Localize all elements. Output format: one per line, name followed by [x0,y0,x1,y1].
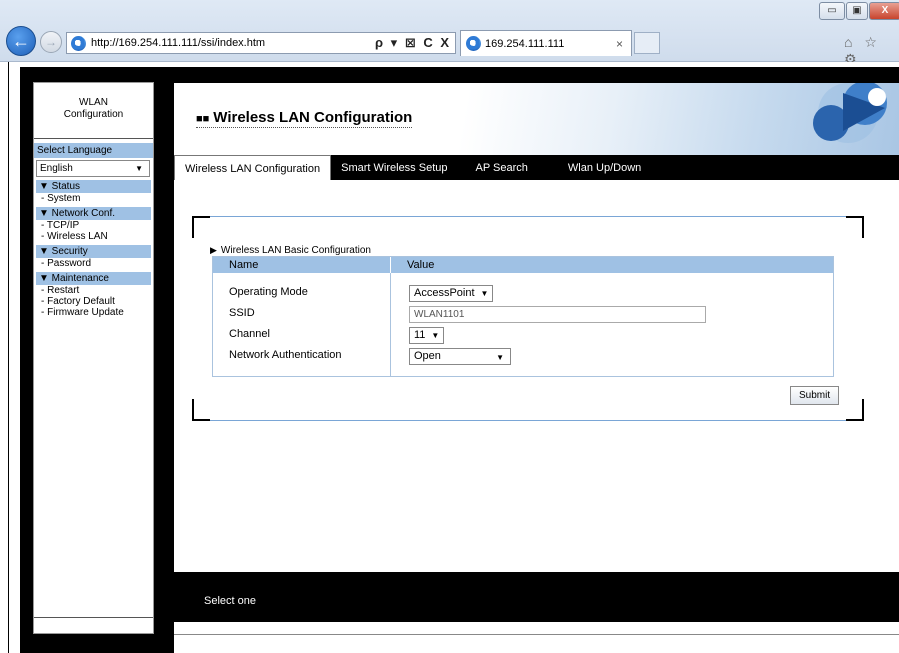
close-window-button[interactable]: X [869,2,899,20]
top-nav: Wireless LAN Configuration Smart Wireles… [174,155,899,180]
left-divider [8,62,9,653]
tab-ap-search[interactable]: AP Search [466,155,538,180]
tab-smart-wireless-setup[interactable]: Smart Wireless Setup [331,155,457,180]
operating-mode-select[interactable]: AccessPoint ▼ [409,285,494,302]
sidebar-section-security: ▼ Security - Password [36,245,151,269]
sidebar-head-security[interactable]: ▼ Security [36,245,151,258]
sidebar-item-password[interactable]: - Password [36,258,151,269]
main-frame-top [170,75,899,83]
minimize-button[interactable]: ▭ [819,2,845,20]
sidebar-head-network[interactable]: ▼ Network Conf. [36,207,151,220]
ie-icon: e [466,36,481,51]
main-content: ▶ Wireless LAN Basic Configuration Name V… [174,180,899,572]
grid-icon: ■■ [196,113,210,125]
page-title: ■■ Wireless LAN Configuration [196,109,413,128]
tab-close-icon[interactable]: × [616,37,623,51]
sidebar-title: WLAN Configuration [34,83,153,139]
submit-button[interactable]: Submit [790,386,840,405]
label-ssid: SSID [229,307,255,319]
sidebar-item-tcpip[interactable]: - TCP/IP [36,220,151,231]
label-network-auth: Network Authentication [229,349,342,361]
sidebar-item-system[interactable]: - System [36,193,151,204]
browser-tab[interactable]: e 169.254.111.111 × [460,30,632,56]
language-select[interactable]: English ▼ [36,160,150,177]
table-header: Name Value [213,257,833,273]
ie-icon: e [71,36,86,51]
sidebar-item-wireless-lan[interactable]: - Wireless LAN [36,231,151,242]
sidebar-section-network: ▼ Network Conf. - TCP/IP - Wireless LAN [36,207,151,242]
status-text: Select one [204,595,256,607]
config-table: Name Value Operating Mode SSID Channel N… [212,256,834,377]
address-tools-icons[interactable]: ρ ▾ ⊠ C X [375,35,451,51]
sidebar-item-restart[interactable]: - Restart [36,285,151,296]
address-bar[interactable]: e http://169.254.111.111/ssi/index.htm ρ… [66,32,456,54]
sidebar-head-maintenance[interactable]: ▼ Maintenance [36,272,151,285]
status-footer: Select one [174,572,899,622]
chevron-down-icon: ▼ [496,353,504,362]
config-panel: ▶ Wireless LAN Basic Configuration Name V… [192,216,864,421]
bottom-divider [174,634,899,635]
frame-top [20,67,899,75]
section-title: ▶ Wireless LAN Basic Configuration [210,245,371,256]
tab-title: 169.254.111.111 [485,38,565,50]
sidebar: WLAN Configuration Select Language Engli… [33,82,154,634]
chevron-down-icon: ▼ [135,164,143,173]
address-url[interactable]: http://169.254.111.111/ssi/index.htm [91,37,265,49]
logo-decoration-icon [813,83,887,143]
main-frame-left [166,75,174,653]
new-tab-button[interactable] [634,32,660,54]
browser-chrome: ▭ ▣ X ← → e http://169.254.111.111/ssi/i… [0,0,899,67]
arrow-right-icon: → [45,35,57,49]
triangle-right-icon: ▶ [210,245,217,255]
language-label: Select Language [34,143,153,158]
sidebar-item-firmware-update[interactable]: - Firmware Update [36,307,151,318]
arrow-left-icon: ← [12,31,30,51]
label-operating-mode: Operating Mode [229,286,308,298]
sidebar-footer [34,617,153,633]
back-button[interactable]: ← [6,26,36,56]
maximize-button[interactable]: ▣ [846,2,868,20]
channel-select[interactable]: 11 ▼ [409,327,445,344]
chevron-down-icon: ▼ [431,331,440,340]
sidebar-head-status[interactable]: ▼ Status [36,180,151,193]
page: WLAN Configuration Select Language Engli… [0,62,899,653]
forward-button[interactable]: → [40,31,62,53]
header-value: Value [407,259,435,271]
sidebar-section-maintenance: ▼ Maintenance - Restart - Factory Defaul… [36,272,151,318]
tab-wireless-lan-config[interactable]: Wireless LAN Configuration [174,155,332,180]
page-banner: ■■ Wireless LAN Configuration [174,83,899,155]
label-channel: Channel [229,328,270,340]
ssid-input[interactable] [409,306,706,323]
network-auth-select[interactable]: Open ▼ [409,348,511,365]
header-name: Name [213,257,391,273]
tab-wlan-up-down[interactable]: Wlan Up/Down [558,155,651,180]
sidebar-item-factory-default[interactable]: - Factory Default [36,296,151,307]
chevron-down-icon: ▼ [480,289,489,298]
sidebar-section-status: ▼ Status - System [36,180,151,204]
